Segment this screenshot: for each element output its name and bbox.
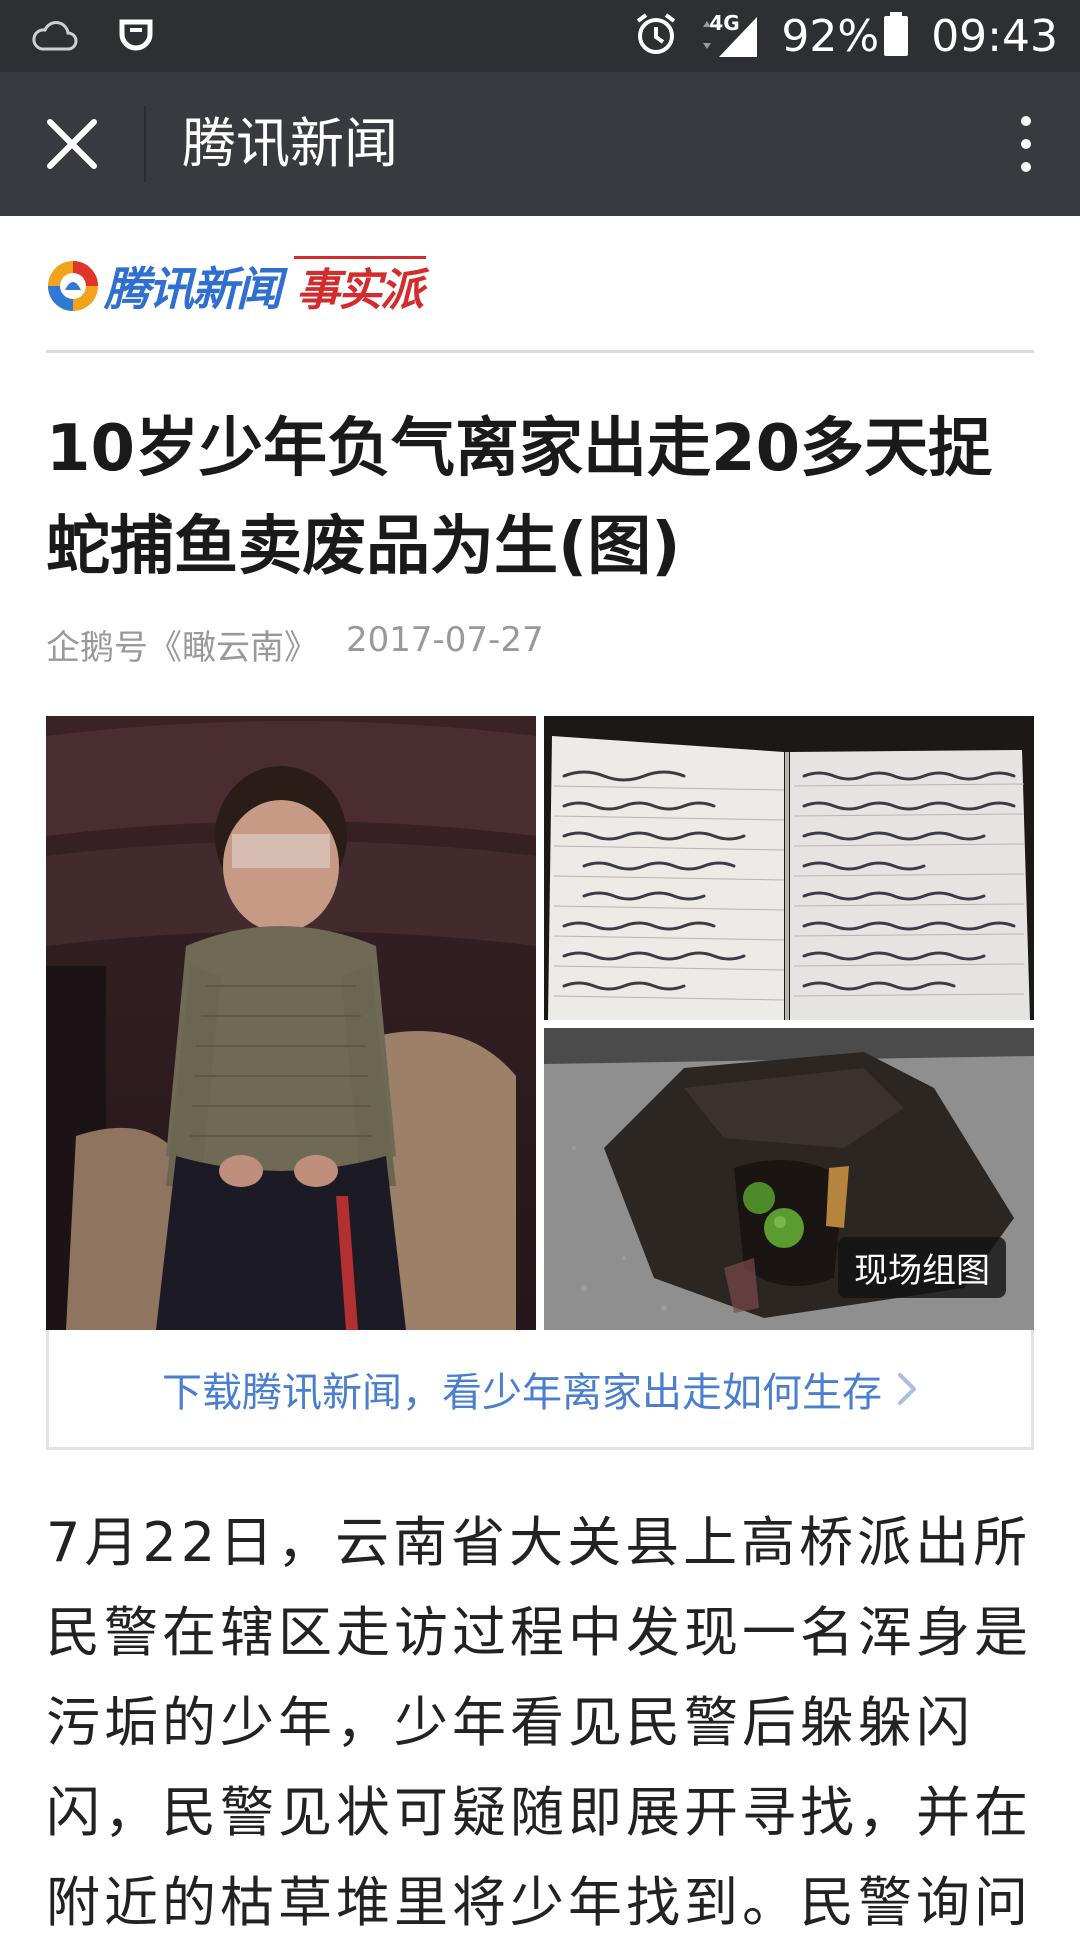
article-headline: 10岁少年负气离家出走20多天捉蛇捕鱼卖废品为生(图): [46, 412, 993, 584]
logo-text: 腾讯新闻: [104, 262, 282, 316]
signal-icon: 4G: [693, 11, 759, 59]
nav-title: 腾讯新闻: [182, 112, 398, 175]
article-body: 7月22日，云南省大关县上高桥派出所民警在辖区走访过程中发现一名浑身是污垢的少年…: [46, 1511, 1032, 1934]
header-divider: [46, 350, 1034, 353]
photo-collage[interactable]: 现场组图: [46, 716, 1034, 1330]
status-right: 4G 92% 09:43: [633, 10, 1058, 62]
status-bar: 4G 92% 09:43: [0, 0, 1080, 72]
article-content: 腾讯新闻 事实派 10岁少年负气离家出走20多天捉蛇捕鱼卖废品为生(图) 企鹅号…: [0, 216, 1080, 1934]
bag-photo[interactable]: 现场组图: [544, 1028, 1034, 1330]
tencent-news-logo-icon: [46, 259, 100, 313]
download-banner-text[interactable]: 下载腾讯新闻，看少年离家出走如何生存: [162, 1360, 882, 1418]
nav-bar: 腾讯新闻: [0, 72, 1080, 216]
nav-divider: [144, 106, 146, 182]
article-date: 2017-07-27: [346, 620, 544, 660]
more-vertical-icon[interactable]: [1008, 112, 1044, 176]
boy-photo[interactable]: [46, 716, 536, 1330]
alarm-icon: [633, 11, 679, 61]
status-time: 09:43: [931, 10, 1058, 62]
weather-cloud-icon: [30, 15, 78, 57]
notebook-photo[interactable]: [544, 716, 1034, 1020]
chevron-right-icon: [896, 1371, 918, 1407]
battery-icon: [883, 11, 909, 61]
article-meta: 企鹅号《瞰云南》 2017-07-27: [46, 620, 544, 669]
logo-sub: 事实派: [294, 254, 426, 318]
download-app-banner[interactable]: 下载腾讯新闻，看少年离家出走如何生存: [46, 1330, 1034, 1450]
battery-percent: 92%: [781, 10, 880, 62]
status-left: [30, 14, 154, 58]
photo-caption: 现场组图: [838, 1237, 1006, 1298]
article-source[interactable]: 企鹅号《瞰云南》: [46, 620, 318, 669]
app-notification-icon: [118, 16, 154, 56]
close-icon[interactable]: [40, 112, 104, 176]
network-label: 4G: [709, 11, 740, 35]
tencent-news-logo: 腾讯新闻 事实派: [46, 256, 426, 316]
